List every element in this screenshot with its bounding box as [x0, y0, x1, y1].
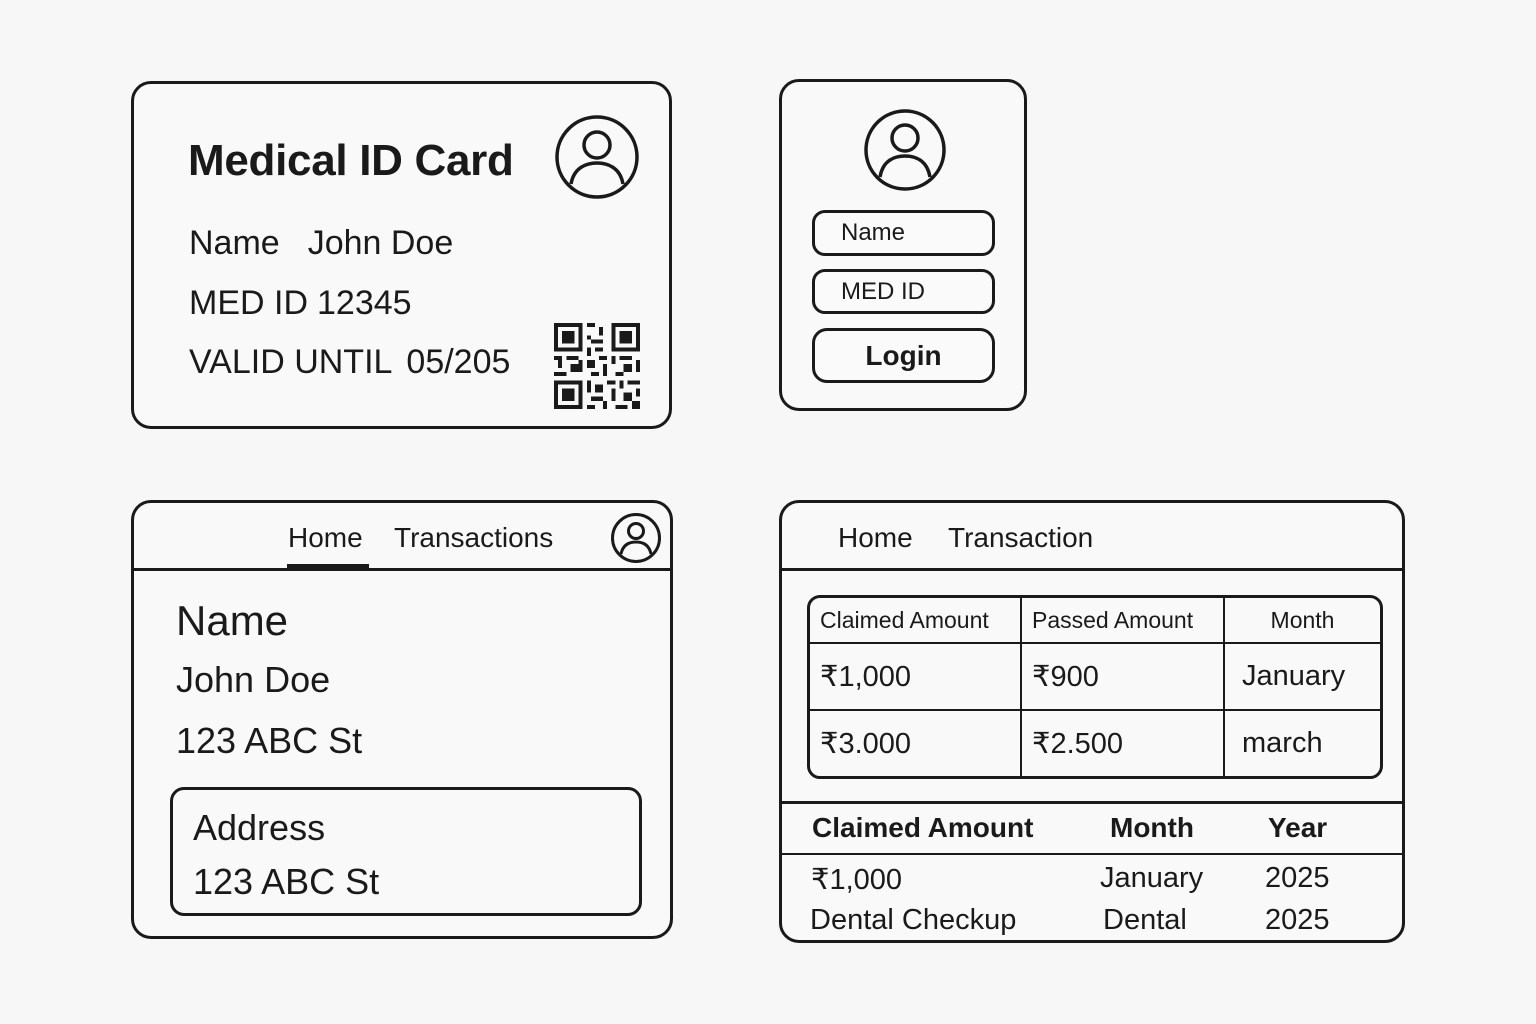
user-avatar-icon	[864, 109, 946, 191]
med-id-field[interactable]: MED ID	[812, 269, 995, 314]
tab-home[interactable]: Home	[288, 522, 363, 554]
card-med-id-row: MED ID 12345	[189, 284, 412, 323]
user-avatar-icon[interactable]	[610, 512, 662, 564]
login-panel: Name MED ID Login	[779, 79, 1027, 411]
summary-header-claimed: Claimed Amount	[812, 812, 1034, 843]
table-cell: ₹900	[1020, 641, 1225, 712]
active-tab-indicator	[287, 564, 369, 569]
card-valid-label: VALID UNTIL	[189, 343, 393, 381]
qr-code-icon	[554, 323, 640, 409]
summary-cell: Dental	[1103, 904, 1187, 936]
name-field-placeholder: Name	[841, 219, 906, 246]
transactions-nav-bar: Home Transaction	[782, 503, 1402, 571]
profile-nav-bar: Home Transactions	[134, 503, 670, 571]
card-valid-value: 05/205	[406, 343, 511, 381]
summary-cell: Dental Checkup	[810, 904, 1017, 936]
profile-address-value: 123 ABC St	[176, 720, 363, 761]
table-cell: January	[1223, 641, 1380, 712]
summary-header-month: Month	[1110, 812, 1194, 843]
card-name-value: John Doe	[307, 224, 454, 262]
address-label: Address	[193, 807, 326, 848]
card-name-row: Name John Doe	[189, 224, 453, 263]
summary-divider	[782, 853, 1402, 855]
med-id-field-placeholder: MED ID	[841, 277, 925, 305]
column-header: Passed Amount	[1020, 598, 1225, 644]
address-value: 123 ABC St	[193, 861, 380, 902]
profile-name-label: Name	[176, 597, 289, 644]
table-cell: ₹2.500	[1020, 709, 1225, 776]
transactions-panel: Home Transaction Claimed Amount Passed A…	[779, 500, 1405, 943]
user-avatar-icon	[555, 115, 639, 199]
name-field[interactable]: Name	[812, 210, 995, 256]
card-title: Medical ID Card	[188, 136, 514, 185]
column-header: Claimed Amount	[810, 598, 1022, 644]
column-header: Month	[1223, 598, 1380, 644]
section-divider	[782, 801, 1402, 804]
medical-id-card: Medical ID Card Name John Doe MED ID 12345…	[131, 81, 672, 429]
table-row: ₹1,000 ₹900 January	[810, 641, 1380, 712]
tab-transaction[interactable]: Transaction	[948, 522, 1093, 554]
table-cell: march	[1223, 709, 1380, 776]
card-valid-row: VALID UNTIL 05/205	[189, 343, 510, 382]
tab-transactions[interactable]: Transactions	[394, 522, 553, 554]
table-cell: ₹3.000	[810, 709, 1022, 776]
summary-cell: 2025	[1265, 862, 1330, 894]
table-cell: ₹1,000	[810, 641, 1022, 712]
summary-cell: 2025	[1265, 904, 1330, 936]
summary-cell: ₹1,000	[811, 864, 903, 896]
login-button[interactable]: Login	[812, 328, 995, 383]
card-med-id-label: MED ID	[189, 284, 308, 322]
card-med-id-value: 12345	[317, 284, 412, 322]
table-header-row: Claimed Amount Passed Amount Month	[810, 598, 1380, 644]
summary-header-year: Year	[1268, 812, 1328, 843]
profile-panel: Home Transactions Name John Doe 123 ABC …	[131, 500, 673, 939]
tab-home[interactable]: Home	[838, 522, 913, 554]
claims-table: Claimed Amount Passed Amount Month ₹1,00…	[807, 595, 1383, 779]
login-button-label: Login	[865, 339, 942, 371]
address-box: Address 123 ABC St	[170, 787, 642, 916]
summary-cell: January	[1100, 862, 1204, 894]
table-row: ₹3.000 ₹2.500 march	[810, 709, 1380, 776]
profile-name-value: John Doe	[176, 659, 331, 700]
card-name-label: Name	[189, 224, 280, 262]
